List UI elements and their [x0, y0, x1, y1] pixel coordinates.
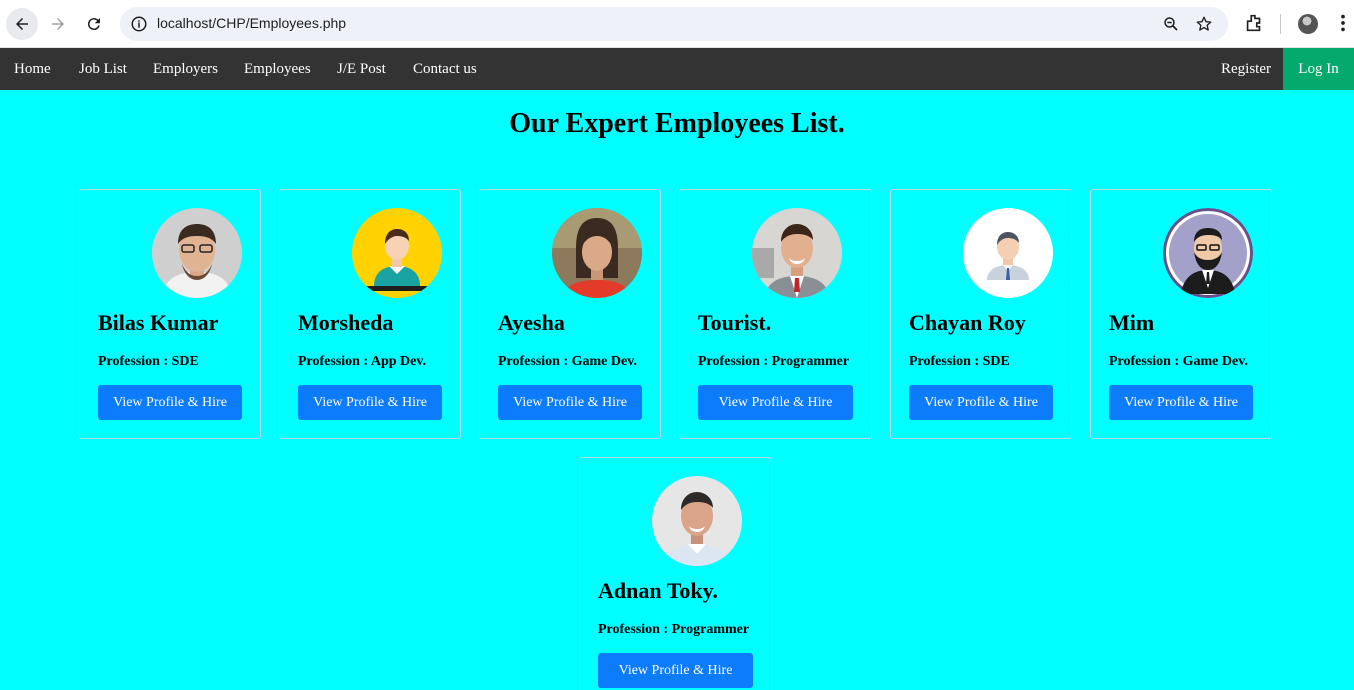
employee-profession: Profession : Game Dev. — [498, 354, 637, 369]
employee-card: Adnan Toky. Profession : Programmer View… — [579, 457, 772, 690]
employee-profession: Profession : Programmer — [598, 622, 750, 637]
back-arrow-icon — [16, 18, 28, 30]
site-navbar: Home Job List Employers Employees J/E Po… — [0, 48, 1354, 90]
nav-employers[interactable]: Employers — [153, 48, 218, 90]
menu-kebab-icon[interactable] — [1332, 12, 1354, 34]
employee-name: Tourist. — [698, 310, 772, 335]
bookmark-star-icon[interactable] — [1195, 15, 1213, 33]
nav-job-list[interactable]: Job List — [79, 48, 127, 90]
site-info-icon[interactable] — [130, 15, 148, 33]
employee-card: Ayesha Profession : Game Dev. View Profi… — [479, 189, 661, 439]
employee-card: Mim Profession : Game Dev. View Profile … — [1090, 189, 1272, 439]
employee-profession: Profession : App Dev. — [298, 354, 427, 369]
page-title: Our Expert Employees List. — [509, 108, 845, 139]
employee-card: Chayan Roy Profession : SDE View Profile… — [890, 189, 1072, 439]
view-profile-hire-button[interactable]: View Profile & Hire — [698, 385, 853, 420]
profile-avatar-icon[interactable] — [1298, 14, 1318, 34]
login-button[interactable]: Log In — [1283, 48, 1354, 90]
person-cartoon-yellow-icon — [352, 208, 442, 298]
nav-register[interactable]: Register — [1221, 48, 1271, 90]
nav-contact-us[interactable]: Contact us — [413, 48, 477, 90]
reload-icon — [87, 18, 100, 31]
forward-button[interactable] — [42, 8, 74, 40]
view-profile-hire-button[interactable]: View Profile & Hire — [298, 385, 442, 420]
browser-toolbar: localhost/CHP/Employees.php — [0, 0, 1354, 48]
nav-je-post[interactable]: J/E Post — [337, 48, 386, 90]
nav-home[interactable]: Home — [14, 48, 51, 90]
view-profile-hire-button[interactable]: View Profile & Hire — [1109, 385, 1253, 420]
bearded-man-cartoon-icon — [1163, 208, 1253, 298]
view-profile-hire-button[interactable]: View Profile & Hire — [98, 385, 242, 420]
employee-name: Bilas Kumar — [98, 310, 219, 335]
url-text[interactable]: localhost/CHP/Employees.php — [157, 15, 346, 31]
employee-profession: Profession : Game Dev. — [1109, 354, 1248, 369]
nav-employees[interactable]: Employees — [244, 48, 311, 90]
zoom-icon[interactable] — [1162, 15, 1180, 33]
employee-name: Morsheda — [298, 310, 394, 335]
employee-name: Adnan Toky. — [598, 578, 718, 603]
man-glasses-photo-icon — [152, 208, 242, 298]
man-suit-photo-icon — [752, 208, 842, 298]
reload-button[interactable] — [78, 8, 110, 40]
employee-card: Tourist. Profession : Programmer View Pr… — [679, 189, 872, 439]
employee-profession: Profession : SDE — [909, 354, 1010, 369]
employee-card: Bilas Kumar Profession : SDE View Profil… — [79, 189, 261, 439]
forward-arrow-icon — [52, 18, 64, 30]
extensions-icon[interactable] — [1243, 12, 1265, 34]
view-profile-hire-button[interactable]: View Profile & Hire — [598, 653, 753, 688]
employee-card: Morsheda Profession : App Dev. View Prof… — [279, 189, 461, 439]
view-profile-hire-button[interactable]: View Profile & Hire — [909, 385, 1053, 420]
woman-photo-icon — [552, 208, 642, 298]
employee-name: Ayesha — [498, 310, 565, 335]
employee-name: Chayan Roy — [909, 310, 1026, 335]
view-profile-hire-button[interactable]: View Profile & Hire — [498, 385, 642, 420]
man-smiling-photo-icon — [652, 476, 742, 566]
employee-profession: Profession : Programmer — [698, 354, 850, 369]
address-bar[interactable]: localhost/CHP/Employees.php — [120, 7, 1228, 41]
employee-profession: Profession : SDE — [98, 354, 199, 369]
back-button[interactable] — [6, 8, 38, 40]
employee-name: Mim — [1109, 310, 1155, 335]
businessman-cartoon-icon — [963, 208, 1053, 298]
toolbar-divider — [1280, 14, 1281, 34]
